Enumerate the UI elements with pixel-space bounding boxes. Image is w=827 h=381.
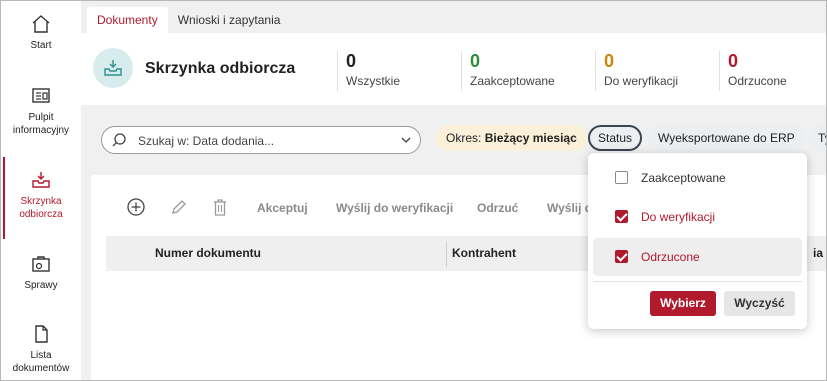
inbox-header: Skrzynka odbiorcza 0 Wszystkie 0 Zaakcep… bbox=[81, 33, 826, 105]
option-label: Odrzucone bbox=[641, 250, 700, 264]
sidebar-item-label: Skrzynka odbiorcza bbox=[19, 196, 63, 220]
chevron-down-icon bbox=[401, 137, 411, 143]
status-option-rejected[interactable]: Odrzucone bbox=[593, 238, 802, 276]
stat-to-verify[interactable]: 0 Do weryfikacji bbox=[595, 51, 678, 91]
home-icon bbox=[32, 15, 50, 33]
stat-value: 0 bbox=[470, 51, 481, 71]
sidebar-item-dashboard[interactable]: Pulpit informacyjny bbox=[1, 85, 81, 137]
option-label: Zaakceptowane bbox=[641, 171, 726, 185]
option-label: Do weryfikacji bbox=[641, 210, 716, 224]
clear-button[interactable]: Wyczyść bbox=[724, 291, 795, 316]
briefcase-icon bbox=[32, 256, 50, 272]
period-value: Bieżący miesiąc bbox=[484, 131, 577, 145]
apply-button[interactable]: Wybierz bbox=[650, 291, 716, 316]
checkbox[interactable] bbox=[615, 171, 628, 184]
stat-value: 0 bbox=[604, 51, 615, 71]
status-filter-chip[interactable]: Status bbox=[588, 125, 643, 151]
stat-all[interactable]: 0 Wszystkie bbox=[337, 51, 400, 91]
column-divider[interactable] bbox=[446, 241, 447, 267]
stat-rejected[interactable]: 0 Odrzucone bbox=[719, 51, 787, 91]
sidebar-item-inbox[interactable]: Skrzynka odbiorcza bbox=[1, 157, 81, 239]
send-to-verification-button[interactable]: Wyślij do weryfikacji bbox=[336, 201, 453, 215]
send-button[interactable]: Wyślij d bbox=[547, 201, 592, 215]
app-window: Start Pulpit informacyjny Skrzynka odbio… bbox=[0, 0, 827, 381]
search-icon bbox=[112, 133, 126, 147]
sidebar-item-start[interactable]: Start bbox=[1, 13, 81, 52]
sidebar: Start Pulpit informacyjny Skrzynka odbio… bbox=[1, 1, 81, 380]
sidebar-item-label: Start bbox=[30, 40, 52, 51]
checkbox[interactable] bbox=[615, 250, 628, 263]
status-dropdown: Zaakceptowane Do weryfikacji Odrzucone W… bbox=[588, 153, 807, 329]
column-contractor[interactable]: Kontrahent bbox=[452, 246, 516, 260]
period-prefix: Okres: bbox=[446, 131, 482, 145]
stat-label: Wszystkie bbox=[346, 74, 400, 88]
exported-filter-chip[interactable]: Wyeksportowane do ERP bbox=[648, 125, 805, 151]
stat-value: 0 bbox=[346, 51, 357, 71]
status-option-accepted[interactable]: Zaakceptowane bbox=[593, 159, 802, 197]
tab-bar: Dokumenty Wnioski i zapytania bbox=[87, 7, 290, 33]
status-option-to-verify[interactable]: Do weryfikacji bbox=[593, 198, 802, 236]
column-document-number[interactable]: Numer dokumentu bbox=[155, 246, 261, 260]
inbox-icon bbox=[104, 60, 122, 76]
stat-accepted[interactable]: 0 Zaakceptowane bbox=[461, 51, 555, 91]
stat-label: Odrzucone bbox=[728, 74, 787, 88]
sidebar-item-label: Sprawy bbox=[24, 280, 58, 291]
inbox-badge bbox=[93, 48, 133, 88]
stat-label: Do weryfikacji bbox=[604, 74, 679, 88]
type-filter-chip[interactable]: Ty bbox=[808, 125, 826, 151]
period-filter-chip[interactable]: Okres: Bieżący miesiąc bbox=[436, 125, 587, 151]
trash-icon[interactable] bbox=[210, 197, 230, 217]
sidebar-item-label: Lista dokumentów bbox=[12, 350, 70, 374]
search-input[interactable]: Szukaj w: Data dodania... bbox=[101, 126, 421, 154]
page-title: Skrzynka odbiorcza bbox=[145, 60, 296, 77]
divider bbox=[593, 281, 802, 282]
column-truncated[interactable]: ia bbox=[813, 246, 823, 260]
add-icon[interactable] bbox=[126, 197, 146, 217]
checkbox[interactable] bbox=[615, 210, 628, 223]
dashboard-icon bbox=[32, 88, 50, 103]
stat-value: 0 bbox=[728, 51, 739, 71]
accept-button[interactable]: Akceptuj bbox=[257, 201, 308, 215]
document-icon bbox=[35, 325, 48, 343]
sidebar-item-cases[interactable]: Sprawy bbox=[1, 253, 81, 292]
search-placeholder: Szukaj w: Data dodania... bbox=[138, 134, 275, 148]
tab-requests[interactable]: Wnioski i zapytania bbox=[168, 7, 291, 33]
sidebar-item-documents[interactable]: Lista dokumentów bbox=[1, 323, 81, 375]
stat-label: Zaakceptowane bbox=[470, 74, 555, 88]
tab-documents[interactable]: Dokumenty bbox=[87, 7, 168, 33]
inbox-icon bbox=[32, 172, 50, 188]
reject-button[interactable]: Odrzuć bbox=[477, 201, 518, 215]
sidebar-item-label: Pulpit informacyjny bbox=[12, 112, 70, 136]
edit-icon[interactable] bbox=[169, 197, 189, 217]
